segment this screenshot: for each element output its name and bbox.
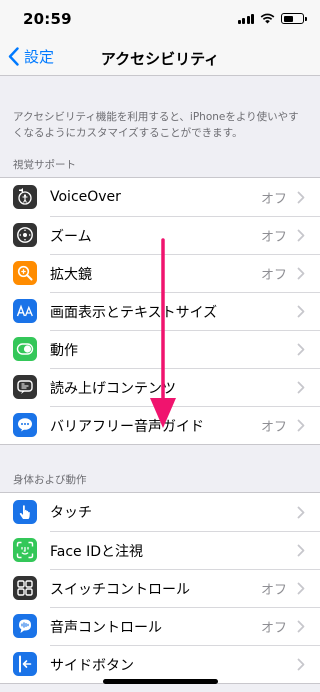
- row-label: ズーム: [50, 228, 92, 245]
- row-touch[interactable]: タッチ: [0, 493, 320, 531]
- chevron-right-icon: [297, 582, 305, 595]
- status-time: 20:59: [23, 10, 72, 28]
- chevron-right-icon: [297, 419, 305, 432]
- row-label: 読み上げコンテンツ: [50, 380, 176, 397]
- chevron-right-icon: [297, 620, 305, 633]
- row-value: オフ: [260, 420, 287, 435]
- chevron-right-icon: [297, 305, 305, 318]
- zoom-icon: [13, 223, 37, 247]
- home-indicator: [103, 679, 218, 684]
- voiceover-icon: [13, 185, 37, 209]
- side-button-icon: [13, 652, 37, 676]
- status-bar: 20:59: [0, 0, 320, 40]
- face-id-icon: [13, 538, 37, 562]
- section-header-vision: 視覚サポート: [13, 159, 76, 171]
- chevron-right-icon: [297, 229, 305, 242]
- magnifier-icon: [13, 261, 37, 285]
- row-switch-control[interactable]: スイッチコントロール オフ: [0, 569, 320, 607]
- row-label: 音声コントロール: [50, 619, 162, 636]
- row-motion[interactable]: 動作: [0, 330, 320, 368]
- battery-level: [283, 15, 294, 22]
- section-header-physical: 身体および動作: [13, 474, 87, 486]
- row-value: オフ: [260, 621, 287, 636]
- row-label: 拡大鏡: [50, 266, 92, 283]
- settings-group-physical: タッチ Face IDと注視 スイッチコントロール オフ 音声コントロール オフ サ…: [0, 492, 320, 684]
- row-label: Face IDと注視: [50, 543, 144, 560]
- row-value: オフ: [260, 583, 287, 598]
- accessibility-screen: 20:59 設定 アクセシビリティ アクセシビリティ機能を利用すると、iPhon…: [0, 0, 320, 692]
- page-title: アクセシビリティ: [100, 50, 220, 68]
- row-voiceover[interactable]: VoiceOver オフ: [0, 178, 320, 216]
- row-label: スイッチコントロール: [50, 581, 190, 598]
- chevron-right-icon: [297, 381, 305, 394]
- row-zoom[interactable]: ズーム オフ: [0, 216, 320, 254]
- row-value: オフ: [260, 230, 287, 245]
- navigation-bar: 設定 アクセシビリティ: [0, 40, 320, 76]
- row-voice-control[interactable]: 音声コントロール オフ: [0, 607, 320, 645]
- battery-icon: [281, 13, 307, 24]
- wifi-icon: [260, 13, 275, 24]
- settings-group-vision: VoiceOver オフ ズーム オフ 拡大鏡 オフ 画面表示とテキストサイズ 動作: [0, 177, 320, 445]
- status-icons: [237, 13, 307, 24]
- cellular-signal-icon: [237, 13, 254, 24]
- spoken-content-icon: [13, 375, 37, 399]
- chevron-right-icon: [297, 343, 305, 356]
- switch-control-icon: [13, 576, 37, 600]
- row-label: VoiceOver: [50, 189, 121, 205]
- row-value: オフ: [260, 191, 287, 207]
- row-label: 動作: [50, 342, 78, 359]
- touch-icon: [13, 500, 37, 524]
- row-label: 画面表示とテキストサイズ: [50, 304, 218, 321]
- row-spoken-content[interactable]: 読み上げコンテンツ: [0, 368, 320, 406]
- chevron-right-icon: [297, 267, 305, 280]
- motion-icon: [13, 337, 37, 361]
- audio-description-icon: [13, 413, 37, 437]
- chevron-right-icon: [297, 191, 305, 203]
- row-audio-descriptions[interactable]: バリアフリー音声ガイド オフ: [0, 406, 320, 444]
- text-size-icon: [13, 299, 37, 323]
- voice-control-icon: [13, 614, 37, 638]
- chevron-right-icon: [297, 506, 305, 518]
- row-label: タッチ: [50, 505, 92, 521]
- row-value: オフ: [260, 268, 287, 283]
- row-side-button[interactable]: サイドボタン: [0, 645, 320, 683]
- description-text: アクセシビリティ機能を利用すると、iPhoneをより使いやすくなるようにカスタマ…: [13, 111, 299, 139]
- row-label: サイドボタン: [50, 657, 134, 674]
- chevron-right-icon: [297, 544, 305, 557]
- row-magnifier[interactable]: 拡大鏡 オフ: [0, 254, 320, 292]
- row-display-text-size[interactable]: 画面表示とテキストサイズ: [0, 292, 320, 330]
- row-face-id-attention[interactable]: Face IDと注視: [0, 531, 320, 569]
- row-label: バリアフリー音声ガイド: [50, 418, 204, 435]
- chevron-right-icon: [297, 658, 305, 671]
